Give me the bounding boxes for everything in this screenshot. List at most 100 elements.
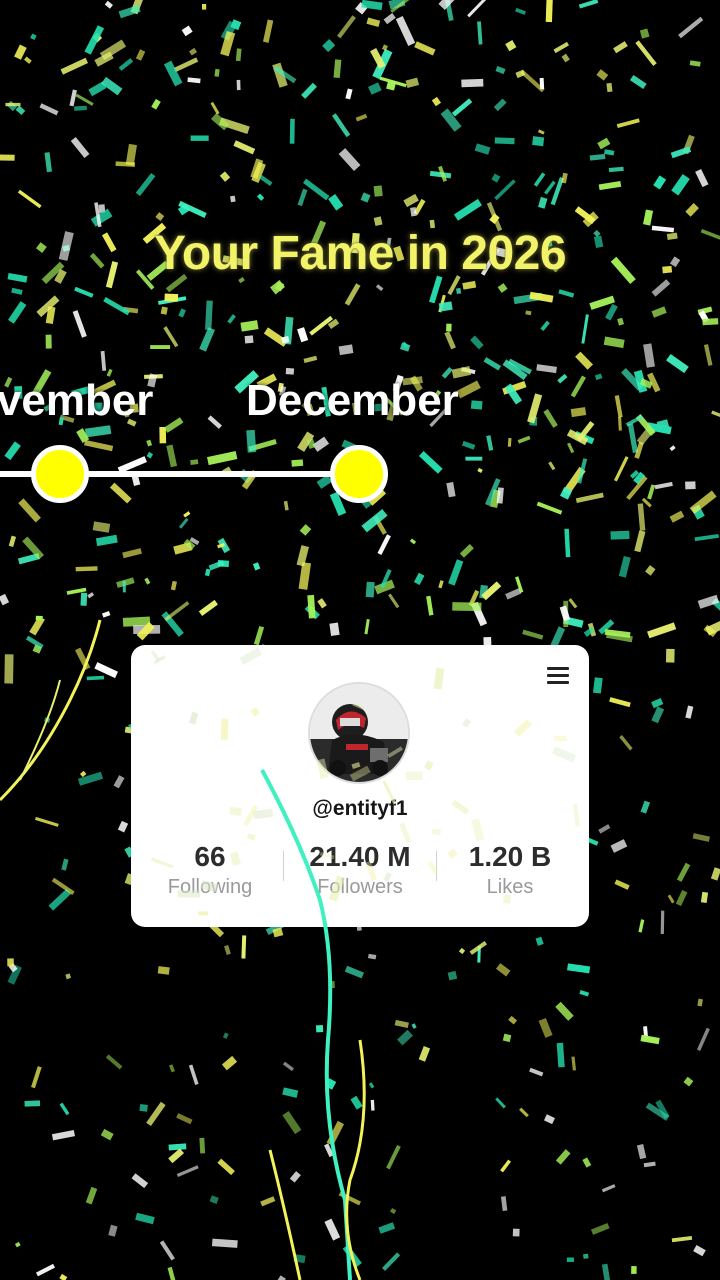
confetti-piece — [118, 58, 134, 71]
confetti-piece — [0, 593, 10, 606]
stat-followers-label: Followers — [317, 876, 403, 898]
confetti-piece — [44, 717, 51, 723]
confetti-piece — [35, 615, 43, 621]
timeline-dot-previous[interactable] — [31, 445, 89, 503]
confetti-piece — [627, 423, 638, 454]
confetti-piece — [666, 353, 689, 374]
confetti-piece — [636, 1144, 647, 1160]
stat-followers[interactable]: 21.40 M Followers — [285, 841, 435, 901]
confetti-piece — [190, 459, 199, 465]
confetti-piece — [581, 314, 589, 344]
confetti-piece — [187, 77, 201, 84]
confetti-piece — [79, 770, 87, 778]
confetti-piece — [556, 1042, 565, 1068]
month-label-previous: ovember — [0, 376, 154, 425]
confetti-piece — [431, 96, 442, 107]
confetti-piece — [578, 0, 599, 9]
confetti-piece — [447, 970, 458, 981]
confetti-piece — [122, 548, 142, 559]
confetti-piece — [74, 105, 87, 111]
confetti-piece — [613, 41, 628, 54]
confetti-piece — [168, 1143, 187, 1151]
confetti-piece — [710, 867, 720, 881]
profile-avatar[interactable] — [308, 682, 410, 784]
confetti-piece — [383, 13, 396, 25]
confetti-piece — [0, 154, 15, 161]
confetti-piece — [101, 610, 111, 618]
confetti-piece — [493, 98, 507, 112]
confetti-piece — [44, 152, 52, 173]
confetti-piece — [11, 287, 23, 295]
confetti-piece — [298, 562, 312, 590]
confetti-piece — [689, 490, 717, 515]
profile-card: @entityf1 66 Following 21.40 M Followers… — [131, 645, 589, 927]
confetti-piece — [135, 172, 156, 197]
confetti-piece — [373, 216, 383, 226]
confetti-piece — [696, 1027, 710, 1051]
confetti-piece — [100, 1128, 114, 1141]
confetti-piece — [164, 601, 190, 622]
stat-following[interactable]: 66 Following — [135, 841, 285, 901]
confetti-piece — [522, 629, 544, 640]
confetti-piece — [418, 451, 443, 474]
confetti-piece — [567, 442, 575, 454]
confetti-piece — [702, 318, 719, 326]
confetti-piece — [87, 592, 95, 599]
confetti-piece — [582, 1157, 592, 1168]
timeline-dot-current[interactable] — [330, 445, 388, 503]
confetti-piece — [18, 498, 41, 523]
confetti-piece — [117, 820, 129, 833]
confetti-piece — [122, 580, 126, 593]
confetti-piece — [411, 1023, 417, 1029]
confetti-piece — [164, 293, 179, 302]
confetti-piece — [651, 279, 671, 297]
confetti-piece — [685, 481, 696, 490]
confetti-piece — [638, 919, 645, 933]
confetti-piece — [240, 320, 259, 332]
confetti-piece — [105, 1054, 123, 1070]
confetti-piece — [618, 555, 631, 578]
confetti-piece — [610, 839, 628, 853]
confetti-piece — [555, 1149, 571, 1165]
confetti-piece — [338, 1191, 361, 1206]
confetti-piece — [543, 1114, 555, 1125]
confetti-piece — [202, 4, 207, 10]
stat-likes[interactable]: 1.20 B Likes — [435, 841, 585, 901]
confetti-piece — [458, 947, 466, 955]
confetti-piece — [214, 68, 220, 77]
confetti-piece — [270, 280, 285, 295]
confetti-piece — [669, 445, 676, 452]
confetti-piece — [616, 118, 640, 128]
confetti-piece — [604, 149, 615, 156]
stat-divider — [283, 851, 284, 881]
confetti-piece — [227, 314, 236, 324]
confetti-piece — [173, 57, 199, 73]
confetti-piece — [678, 16, 704, 39]
hamburger-menu-icon[interactable] — [547, 667, 569, 685]
confetti-piece — [382, 1252, 401, 1271]
confetti-piece — [103, 296, 131, 316]
confetti-piece — [594, 373, 603, 381]
confetti-piece — [39, 103, 59, 116]
confetti-piece — [51, 1130, 75, 1141]
confetti-piece — [299, 524, 312, 536]
confetti-piece — [470, 335, 484, 350]
confetti-piece — [94, 662, 119, 679]
confetti-piece — [671, 1235, 693, 1243]
confetti-piece — [596, 69, 609, 81]
confetti-piece — [170, 580, 177, 591]
confetti-piece — [647, 622, 677, 639]
confetti-piece — [394, 1019, 409, 1029]
confetti-piece — [159, 1240, 175, 1261]
confetti-piece — [388, 593, 400, 609]
confetti-piece — [74, 286, 94, 298]
confetti-piece — [448, 559, 464, 586]
confetti-piece — [7, 958, 14, 967]
confetti-piece — [233, 140, 256, 155]
confetti-piece — [643, 209, 654, 226]
confetti-piece — [590, 1222, 610, 1235]
confetti-piece — [151, 98, 161, 110]
confetti-piece — [456, 380, 481, 399]
confetti-piece — [397, 1029, 413, 1046]
confetti-piece — [246, 429, 257, 453]
